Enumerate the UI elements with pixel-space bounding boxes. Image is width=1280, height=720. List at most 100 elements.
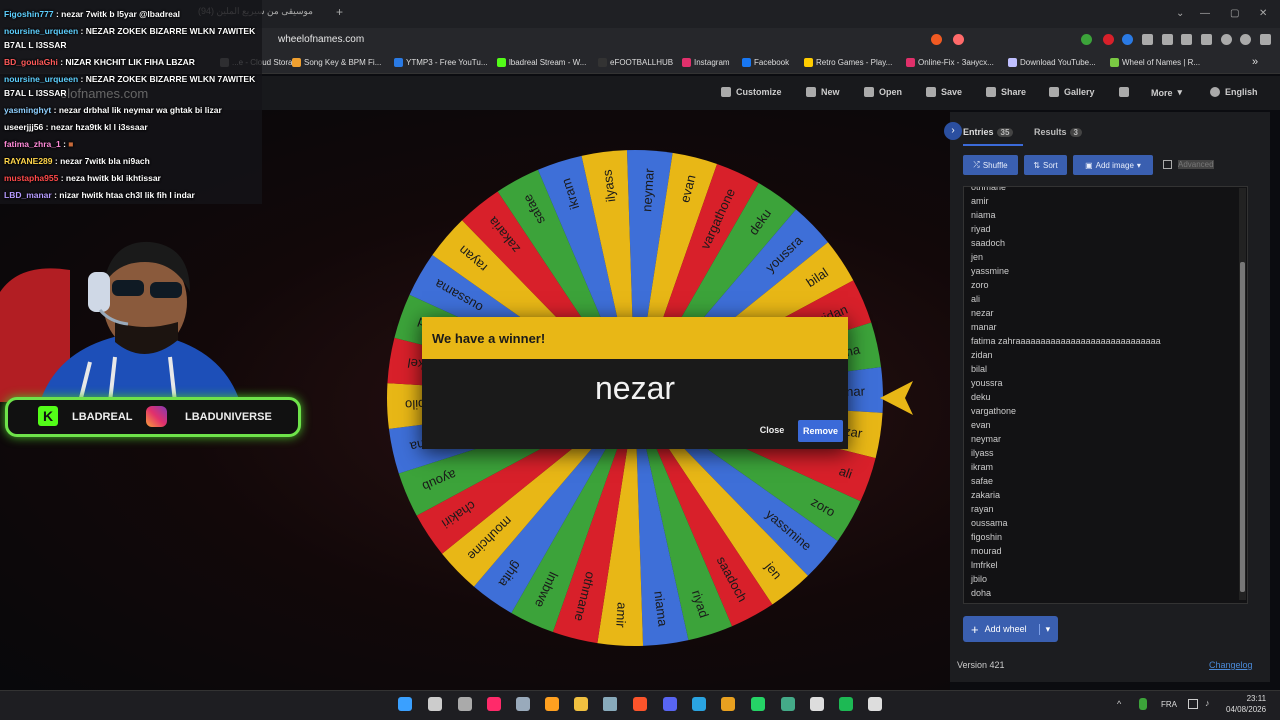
chrome-icon[interactable]	[781, 697, 795, 711]
entry-item[interactable]: jbilo	[964, 572, 1247, 586]
whatsapp-icon[interactable]	[751, 697, 765, 711]
entry-item[interactable]: deku	[964, 390, 1247, 404]
entry-item[interactable]: othmane	[964, 187, 1247, 194]
discord-icon[interactable]	[663, 697, 677, 711]
leo-ai-icon[interactable]	[1221, 34, 1232, 45]
remove-button[interactable]: Remove	[798, 420, 843, 442]
entry-item[interactable]: riyad	[964, 222, 1247, 236]
more-bookmarks-icon[interactable]: »	[1252, 56, 1258, 68]
close-window-icon[interactable]: ✕	[1259, 8, 1267, 19]
customize-button[interactable]: Customize	[721, 87, 782, 97]
wallet-icon[interactable]	[1201, 34, 1212, 45]
entry-item[interactable]: bilal	[964, 362, 1247, 376]
search-app-icon[interactable]	[545, 697, 559, 711]
sidebar-icon[interactable]	[1181, 34, 1192, 45]
advanced-checkbox[interactable]	[1163, 160, 1172, 169]
new-tab-icon[interactable]: +	[336, 5, 343, 19]
entry-item[interactable]: saadoch	[964, 236, 1247, 250]
language-indicator[interactable]: FRA	[1161, 700, 1177, 709]
spotify-icon[interactable]	[839, 697, 853, 711]
entry-item[interactable]: fatima zahraaaaaaaaaaaaaaaaaaaaaaaaaaaaa	[964, 334, 1247, 348]
open-button[interactable]: Open	[864, 87, 902, 97]
shuffle-button[interactable]: ⤮ Shuffle	[963, 155, 1018, 175]
entry-item[interactable]: neymar	[964, 432, 1247, 446]
maximize-icon[interactable]: ▢	[1230, 8, 1239, 19]
extension-icon[interactable]	[1103, 34, 1114, 45]
collapse-panel-icon[interactable]: ›	[944, 122, 962, 140]
entry-item[interactable]: rayan	[964, 502, 1247, 516]
changelog-link[interactable]: Changelog	[1209, 660, 1253, 670]
entry-item[interactable]: oussama	[964, 516, 1247, 530]
entries-list[interactable]: othmane amir niama riyad saadoch jen yassmine z…	[963, 186, 1248, 604]
microphone-icon[interactable]	[1139, 698, 1147, 710]
entry-item[interactable]: ikram	[964, 460, 1247, 474]
entry-item[interactable]: lmfrkel	[964, 558, 1247, 572]
app-icon[interactable]	[603, 697, 617, 711]
bookmark-item[interactable]: lbadreal Stream - W...	[497, 58, 586, 67]
file-explorer-icon[interactable]	[574, 697, 588, 711]
add-image-button[interactable]: ▣ Add image ▾	[1073, 155, 1153, 175]
bookmark-item[interactable]: YTMP3 - Free YouTu...	[394, 58, 488, 67]
bookmark-item[interactable]: Facebook	[742, 58, 789, 67]
task-view-icon[interactable]	[458, 697, 472, 711]
entry-item[interactable]: jen	[964, 250, 1247, 264]
chevron-up-icon[interactable]: ^	[1117, 699, 1121, 709]
search-icon[interactable]	[428, 697, 442, 711]
minimize-icon[interactable]: —	[1200, 8, 1210, 19]
entry-item[interactable]: amir	[964, 194, 1247, 208]
bookmark-item[interactable]: Retro Games - Play...	[804, 58, 892, 67]
telegram-icon[interactable]	[692, 697, 706, 711]
more-button[interactable]: More ▾	[1151, 87, 1182, 98]
app3-icon[interactable]	[810, 697, 824, 711]
entry-item[interactable]: ali	[964, 292, 1247, 306]
brave-icon[interactable]	[633, 697, 647, 711]
entry-item[interactable]: figoshin	[964, 530, 1247, 544]
tiktok-icon[interactable]	[487, 697, 501, 711]
url-field[interactable]: wheelofnames.com	[278, 34, 364, 45]
entry-item[interactable]: evan	[964, 418, 1247, 432]
entry-item[interactable]: manar	[964, 320, 1247, 334]
bookmark-item[interactable]: Instagram	[682, 58, 730, 67]
scrollbar-thumb[interactable]	[1240, 262, 1245, 592]
bookmark-item[interactable]: Song Key & BPM Fi...	[292, 58, 381, 67]
bookmark-item[interactable]: eFOOTBALLHUB	[598, 58, 673, 67]
entry-item[interactable]: zakaria	[964, 488, 1247, 502]
gallery-button[interactable]: Gallery	[1049, 87, 1095, 97]
tab-entries[interactable]: Entries 35	[963, 127, 1014, 137]
bookmark-item[interactable]: Download YouTube...	[1008, 58, 1096, 67]
chevron-down-icon[interactable]: ▾	[1038, 623, 1050, 635]
add-wheel-button[interactable]: + Add wheel ▾	[963, 616, 1058, 642]
extension-icon[interactable]	[1162, 34, 1173, 45]
entry-item[interactable]: mourad	[964, 544, 1247, 558]
extension-icon[interactable]	[1122, 34, 1133, 45]
share-button[interactable]: Share	[986, 87, 1026, 97]
entry-item[interactable]: doha	[964, 586, 1247, 600]
entry-item[interactable]: yassmine	[964, 264, 1247, 278]
clock[interactable]: 23:11 04/08/2026	[1226, 693, 1266, 715]
entry-item[interactable]: youssra	[964, 376, 1247, 390]
tab-results[interactable]: Results 3	[1034, 127, 1082, 137]
extension-icon[interactable]	[1081, 34, 1092, 45]
brave-rewards-icon[interactable]	[953, 34, 964, 45]
language-button[interactable]: English	[1210, 87, 1258, 97]
close-button[interactable]: Close	[752, 420, 792, 440]
brave-shield-icon[interactable]	[931, 34, 942, 45]
entry-item[interactable]: safae	[964, 474, 1247, 488]
app2-icon[interactable]	[721, 697, 735, 711]
media-icon[interactable]	[868, 697, 882, 711]
network-icon[interactable]	[1188, 699, 1198, 709]
entry-item[interactable]: nezar	[964, 306, 1247, 320]
windows-start-icon[interactable]	[398, 697, 412, 711]
entry-item[interactable]: ilyass	[964, 446, 1247, 460]
save-button[interactable]: Save	[926, 87, 962, 97]
entry-item[interactable]: zidan	[964, 348, 1247, 362]
chevron-down-icon[interactable]: ⌄	[1176, 8, 1184, 19]
extensions-icon[interactable]	[1142, 34, 1153, 45]
menu-icon[interactable]	[1260, 34, 1271, 45]
entry-item[interactable]: vargathone	[964, 404, 1247, 418]
bookmark-item[interactable]: Wheel of Names | R...	[1110, 58, 1200, 67]
new-button[interactable]: New	[806, 87, 840, 97]
entry-item[interactable]: niama	[964, 208, 1247, 222]
entry-item[interactable]: zoro	[964, 278, 1247, 292]
sort-button[interactable]: ⇅ Sort	[1024, 155, 1067, 175]
